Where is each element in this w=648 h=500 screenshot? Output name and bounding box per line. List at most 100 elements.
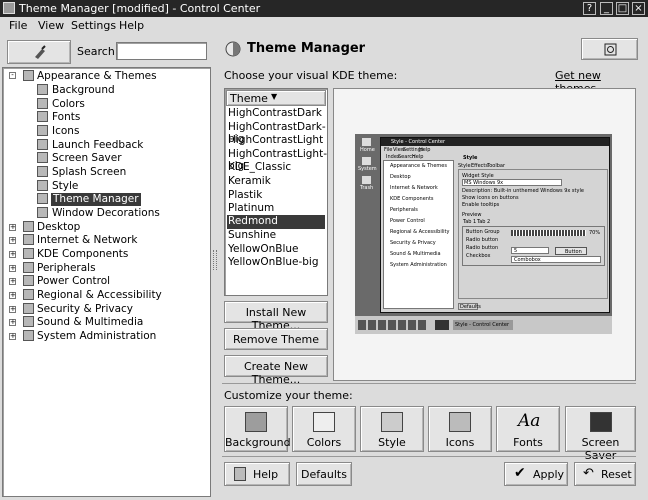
reset-button[interactable]: ↶ Reset [574, 462, 636, 486]
customize-background-button[interactable]: Background [224, 406, 291, 452]
background-label: Background [225, 436, 291, 449]
tree-item-system-admin[interactable]: System Administration [37, 330, 156, 343]
sort-arrow-icon: ▼ [271, 92, 278, 101]
background-icon [37, 84, 48, 95]
customize-colors-button[interactable]: Colors [292, 406, 356, 452]
tree-item-appearance[interactable]: Appearance & Themes [37, 70, 157, 83]
expand-icon[interactable]: + [9, 251, 16, 258]
menu-file[interactable]: File [9, 19, 27, 32]
tree-item-theme-manager[interactable]: Theme Manager [51, 193, 141, 206]
apply-button[interactable]: ✔ Apply [504, 462, 568, 486]
expand-icon[interactable]: + [9, 306, 16, 313]
about-button[interactable] [581, 38, 638, 60]
tree-item-desktop[interactable]: Desktop [37, 221, 80, 234]
expand-icon[interactable]: + [9, 237, 16, 244]
menu-bar: File View Settings Help [0, 17, 648, 35]
install-theme-button[interactable]: Install New Theme... [224, 301, 328, 332]
theme-item[interactable]: YellowOnBlue-big [227, 256, 325, 270]
expand-icon[interactable]: + [9, 319, 16, 326]
theme-item[interactable]: Sunshine [227, 229, 325, 243]
help-button[interactable]: Help [224, 462, 290, 486]
preview-tree-item: Sound & Multimedia [390, 251, 441, 257]
tree-item-colors[interactable]: Colors [52, 98, 85, 111]
broom-icon [35, 45, 46, 59]
theme-item-selected[interactable]: Redmond [227, 215, 325, 229]
collapse-icon[interactable]: - [9, 72, 16, 79]
help-window-icon[interactable]: ? [583, 2, 596, 15]
customize-icons-button[interactable]: Icons [428, 406, 492, 452]
search-input[interactable] [116, 42, 207, 60]
expand-icon[interactable]: + [9, 333, 16, 340]
tree-item-fonts[interactable]: Fonts [52, 111, 80, 124]
theme-list[interactable]: Theme ▼ HighContrastDark HighContrastDar… [224, 88, 328, 296]
preview-description: Description: Built-in unthemed Windows 9… [462, 188, 584, 194]
tree-item-sound[interactable]: Sound & Multimedia [37, 316, 143, 329]
create-theme-button[interactable]: Create New Theme... [224, 355, 328, 386]
preview-spin-value: 5 [514, 248, 518, 254]
maximize-icon[interactable]: □ [616, 2, 629, 15]
expand-icon[interactable]: + [9, 265, 16, 272]
tree-item-regional[interactable]: Regional & Accessibility [37, 289, 162, 302]
theme-item[interactable]: Plastik [227, 189, 325, 203]
clear-search-button[interactable] [7, 40, 71, 64]
tree-item-peripherals[interactable]: Peripherals [37, 262, 96, 275]
remove-theme-button[interactable]: Remove Theme [224, 328, 328, 350]
preview-taskbar: Style - Control Center [355, 316, 612, 334]
preview-style-header: Style [463, 155, 478, 161]
launch-feedback-icon [37, 139, 48, 150]
colors-label: Colors [306, 436, 342, 449]
theme-item[interactable]: Keramik [227, 175, 325, 189]
splitter-handle[interactable] [213, 250, 217, 270]
theme-column-header[interactable]: Theme ▼ [226, 90, 326, 106]
tree-item-icons[interactable]: Icons [52, 125, 79, 138]
menu-help[interactable]: Help [119, 19, 144, 32]
tree-item-kde-components[interactable]: KDE Components [37, 248, 128, 261]
theme-item[interactable]: HighContrastDark-big [227, 121, 326, 145]
module-tree[interactable]: - Appearance & Themes Background Colors … [2, 67, 211, 497]
customize-style-button[interactable]: Style [360, 406, 424, 452]
window-decorations-icon [37, 207, 48, 218]
theme-item[interactable]: HighContrastLight [227, 134, 325, 148]
tree-item-launch-feedback[interactable]: Launch Feedback [52, 139, 143, 152]
app-icon[interactable] [3, 2, 15, 14]
tree-item-security[interactable]: Security & Privacy [37, 303, 133, 316]
tree-item-internet[interactable]: Internet & Network [37, 234, 137, 247]
expand-icon[interactable]: + [9, 278, 16, 285]
preview-spin: 5 [511, 247, 549, 254]
desktop-icon [23, 221, 34, 232]
title-bar[interactable]: Theme Manager [modified] - Control Cente… [0, 0, 648, 17]
appearance-icon [23, 70, 34, 81]
preview-menu: Help [419, 147, 431, 153]
expand-icon[interactable]: + [9, 224, 16, 231]
theme-item[interactable]: KDE_Classic [227, 161, 325, 175]
menu-settings[interactable]: Settings [71, 19, 116, 32]
theme-item[interactable]: HighContrastDark [227, 107, 325, 121]
theme-item[interactable]: Platinum [227, 202, 325, 216]
expand-icon[interactable]: + [9, 292, 16, 299]
kde-components-icon [23, 248, 34, 259]
preview-widget-style-value: MS Windows 9x [464, 180, 504, 186]
close-icon[interactable]: × [632, 2, 645, 15]
tree-item-screen-saver[interactable]: Screen Saver [52, 152, 122, 165]
colors-icon [313, 412, 335, 432]
tree-item-splash-screen[interactable]: Splash Screen [52, 166, 126, 179]
apply-label: Apply [533, 468, 565, 481]
tree-item-window-decorations[interactable]: Window Decorations [52, 207, 160, 220]
fonts-label: Fonts [513, 436, 543, 449]
colors-icon [37, 98, 48, 109]
defaults-button[interactable]: Defaults [296, 462, 352, 486]
tree-item-background[interactable]: Background [52, 84, 115, 97]
help-book-icon [234, 467, 246, 481]
theme-item[interactable]: HighContrastLight-big [227, 148, 327, 172]
tree-item-power-control[interactable]: Power Control [37, 275, 110, 288]
menu-view[interactable]: View [38, 19, 64, 32]
customize-screensaver-button[interactable]: Screen Saver [565, 406, 636, 462]
tree-item-style[interactable]: Style [52, 180, 78, 193]
preview-widget-style-combo: MS Windows 9x [462, 179, 562, 186]
theme-item[interactable]: YellowOnBlue [227, 243, 325, 257]
preview-home-label: Home [360, 147, 375, 153]
minimize-icon[interactable]: _ [600, 2, 613, 15]
customize-fonts-button[interactable]: Aa Fonts [496, 406, 560, 452]
background-icon [245, 412, 267, 432]
icons-label: Icons [445, 436, 475, 449]
